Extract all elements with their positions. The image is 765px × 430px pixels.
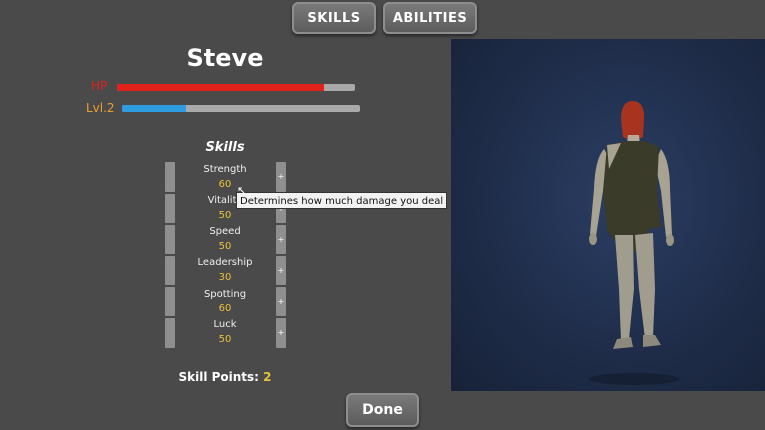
skill-decrease-speed[interactable] (165, 225, 175, 254)
skill-increase-luck[interactable]: + (276, 318, 286, 348)
character-preview-viewport[interactable] (451, 39, 765, 391)
skills-heading: Skills (205, 140, 245, 155)
hp-label: HP (91, 79, 108, 93)
done-button[interactable]: Done (346, 393, 419, 427)
mouse-cursor-icon: ↖ (237, 184, 247, 197)
plus-icon: + (277, 234, 285, 244)
skill-points-label: Skill Points: (178, 370, 259, 384)
skill-decrease-vitality[interactable] (165, 194, 175, 223)
skill-points-value: 2 (263, 370, 272, 384)
skill-value-spotting: 60 (218, 303, 232, 314)
plus-icon: + (277, 172, 285, 181)
skill-value-leadership: 30 (218, 272, 232, 283)
skill-decrease-strength[interactable] (165, 162, 175, 192)
skill-value-speed: 50 (218, 241, 232, 252)
skill-increase-speed[interactable]: + (276, 225, 286, 254)
skill-increase-spotting[interactable]: + (276, 287, 286, 316)
plus-icon: + (277, 265, 285, 275)
skills-right-column: + + + + + + (276, 162, 286, 348)
character-name: Steve (186, 44, 264, 72)
skill-value-vitality: 50 (218, 210, 232, 221)
tab-abilities[interactable]: ABILITIES (383, 2, 477, 34)
skill-decrease-leadership[interactable] (165, 256, 175, 285)
tab-skills[interactable]: SKILLS (292, 2, 376, 34)
skill-points: Skill Points: 2 (150, 370, 300, 384)
level-label: Lvl.2 (86, 101, 115, 115)
skill-name-luck: Luck (213, 319, 237, 330)
skill-name-speed: Speed (209, 226, 241, 237)
plus-icon: + (277, 296, 285, 306)
skill-value-luck: 50 (218, 334, 232, 345)
hp-bar (117, 84, 355, 91)
skills-left-column (165, 162, 175, 348)
skill-increase-leadership[interactable]: + (276, 256, 286, 285)
xp-bar (122, 105, 360, 112)
skill-name-strength: Strength (203, 164, 247, 175)
skill-value-strength: 60 (218, 179, 232, 190)
skill-decrease-spotting[interactable] (165, 287, 175, 316)
character-model (589, 101, 679, 385)
skill-name-leadership: Leadership (197, 257, 253, 268)
xp-bar-fill (122, 105, 187, 112)
skill-tooltip: Determines how much damage you deal (236, 192, 448, 209)
hp-bar-fill (117, 84, 325, 91)
plus-icon: + (277, 328, 285, 337)
skill-decrease-luck[interactable] (165, 318, 175, 348)
skill-increase-strength[interactable]: + (276, 162, 286, 192)
skill-name-spotting: Spotting (203, 289, 247, 300)
